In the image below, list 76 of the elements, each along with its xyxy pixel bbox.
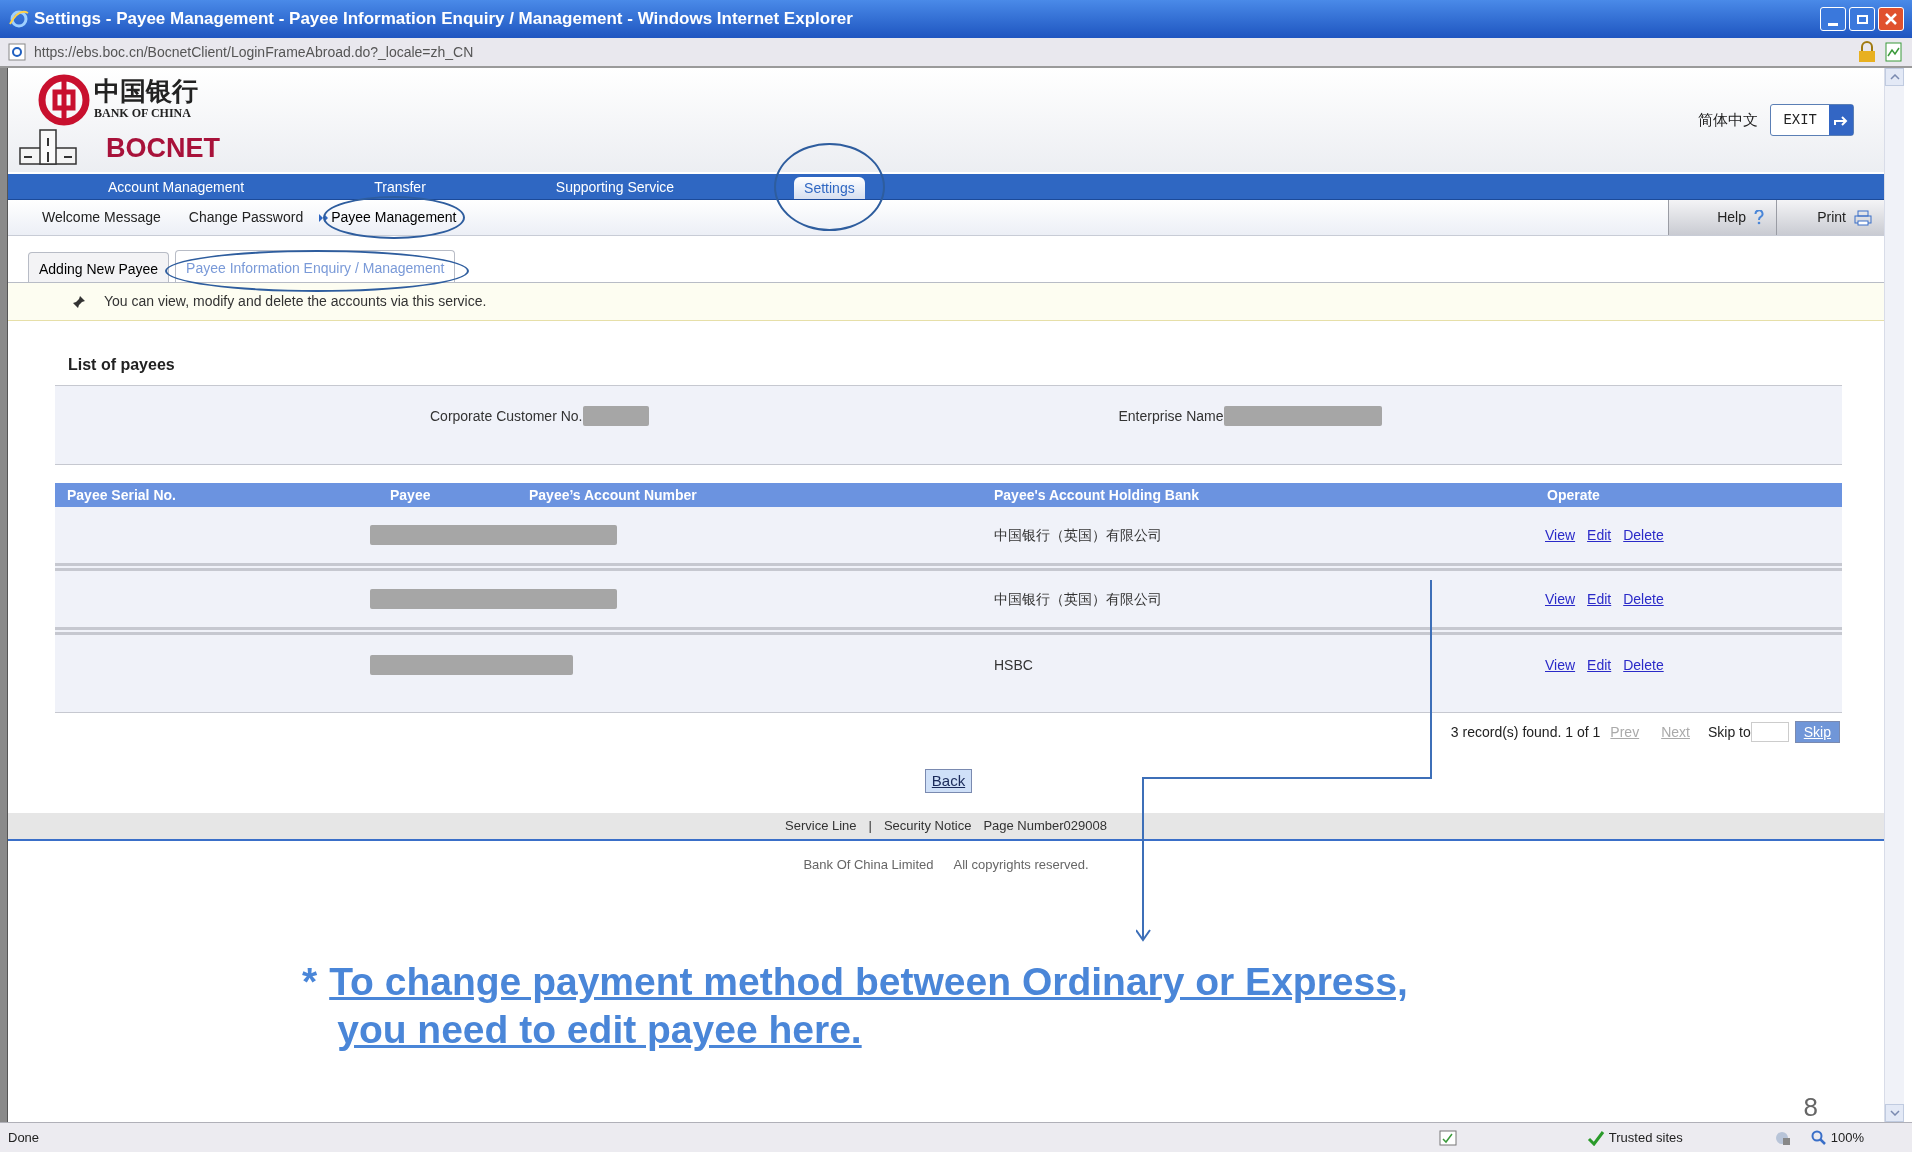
exit-arrow-icon xyxy=(1834,114,1848,126)
page-icon xyxy=(8,43,26,61)
row-action-link[interactable]: View xyxy=(1545,655,1576,676)
logo-chinese-name: 中国银行 xyxy=(94,78,198,104)
row-action-link[interactable]: Delete xyxy=(1623,655,1664,676)
window-title: Settings - Payee Management - Payee Information Enquiry / Management - Windows Internet Explorer xyxy=(34,8,853,31)
footer-link[interactable]: Page Number029008 xyxy=(983,816,1107,836)
zoom-level[interactable]: 100% xyxy=(1830,1127,1864,1148)
column-header: Payee Serial No. xyxy=(66,485,177,505)
help-button[interactable]: Help xyxy=(1668,200,1776,235)
main-nav-tab[interactable]: Transfer xyxy=(364,175,436,199)
row-action-link[interactable]: Delete xyxy=(1623,588,1664,610)
language-link[interactable]: 简体中文 xyxy=(1698,108,1759,132)
bank-logo-icon xyxy=(38,74,90,126)
zoom-icon xyxy=(1810,1129,1827,1146)
page-tab[interactable]: Adding New Payee xyxy=(28,252,170,282)
browser-logo-icon xyxy=(8,8,30,30)
printer-icon xyxy=(1854,209,1872,226)
security-zone-text: Trusted sites xyxy=(1608,1128,1683,1147)
print-button[interactable]: Print xyxy=(1776,200,1884,235)
row-action-link[interactable]: Delete xyxy=(1623,524,1664,546)
section-title: List of payees xyxy=(67,355,176,375)
redaction-bar xyxy=(582,406,649,426)
copyright-text: All copyrights reserved. xyxy=(953,856,1089,874)
skip-label: Skip to xyxy=(1707,722,1751,742)
close-icon xyxy=(1885,13,1897,25)
scrollbar[interactable] xyxy=(1884,68,1904,1122)
row-action-link[interactable]: View xyxy=(1545,524,1576,546)
skip-page-field[interactable] xyxy=(1750,722,1789,742)
info-label: Corporate Customer No. xyxy=(430,407,583,426)
address-url[interactable]: https://ebs.boc.cn/BocnetClient/LoginFrameAbroad.do?_locale=zh_CN xyxy=(34,41,474,63)
sub-nav-link[interactable]: Change Password xyxy=(188,207,304,228)
column-header: Payee's Account Holding Bank xyxy=(993,485,1201,505)
main-nav-tab[interactable]: Settings xyxy=(794,177,865,199)
logo-english-name: BANK OF CHINA xyxy=(94,105,192,122)
main-nav-tab[interactable]: Account Management xyxy=(98,175,255,199)
row-action-link[interactable]: Edit xyxy=(1587,655,1612,676)
pin-icon xyxy=(72,294,86,309)
report-icon xyxy=(1884,42,1904,62)
back-button[interactable]: Back xyxy=(924,769,973,793)
bank-name: 中国银行（英国）有限公司 xyxy=(993,525,1163,545)
annotation-text: you need to edit payee here. xyxy=(337,1007,862,1054)
status-text: Done xyxy=(8,1128,40,1147)
page-status-icon xyxy=(1438,1129,1457,1146)
asterisk-text: * xyxy=(302,958,318,1005)
notice-text: You can view, modify and delete the accounts via this service. xyxy=(104,292,487,311)
bank-name: HSBC xyxy=(993,656,1034,675)
lock-icon xyxy=(1858,41,1876,63)
annotation-text: To change payment method between Ordinary or Express, xyxy=(329,958,1408,1005)
row-action-link[interactable]: View xyxy=(1545,588,1576,610)
sub-nav-link[interactable]: Payee Management xyxy=(331,207,457,228)
column-header: Payee xyxy=(389,485,432,505)
double-arrow-icon xyxy=(319,212,330,223)
help-icon xyxy=(1754,210,1764,225)
footer-link[interactable]: Security Notice xyxy=(883,816,972,836)
row-action-link[interactable]: Edit xyxy=(1587,588,1612,610)
exit-button[interactable]: EXIT xyxy=(1770,104,1854,136)
main-nav-tab[interactable]: Supporting Service xyxy=(545,175,685,199)
page-indicator: 1 of 1 xyxy=(1565,722,1601,742)
minimize-button[interactable] xyxy=(1820,7,1846,31)
row-action-link[interactable]: Edit xyxy=(1587,524,1612,546)
sub-nav-link[interactable]: Welcome Message xyxy=(42,207,161,228)
info-label: Enterprise Name xyxy=(1118,407,1224,426)
bank-name: 中国银行（英国）有限公司 xyxy=(993,589,1163,609)
slide-number: 8 xyxy=(1803,1094,1818,1121)
product-name: BOCNET xyxy=(106,135,220,162)
copyright-text: Bank Of China Limited xyxy=(803,856,934,874)
restore-button[interactable] xyxy=(1849,7,1875,31)
column-header: Payee’s Account Number xyxy=(528,485,698,505)
building-icon xyxy=(18,126,78,166)
check-icon xyxy=(1586,1129,1605,1146)
column-header: Operate xyxy=(1546,485,1601,505)
record-count: 3 record(s) found. xyxy=(1450,722,1562,742)
footer-link[interactable]: Service Line xyxy=(785,816,857,836)
separator-text: | xyxy=(868,817,872,836)
close-button[interactable] xyxy=(1878,7,1904,31)
